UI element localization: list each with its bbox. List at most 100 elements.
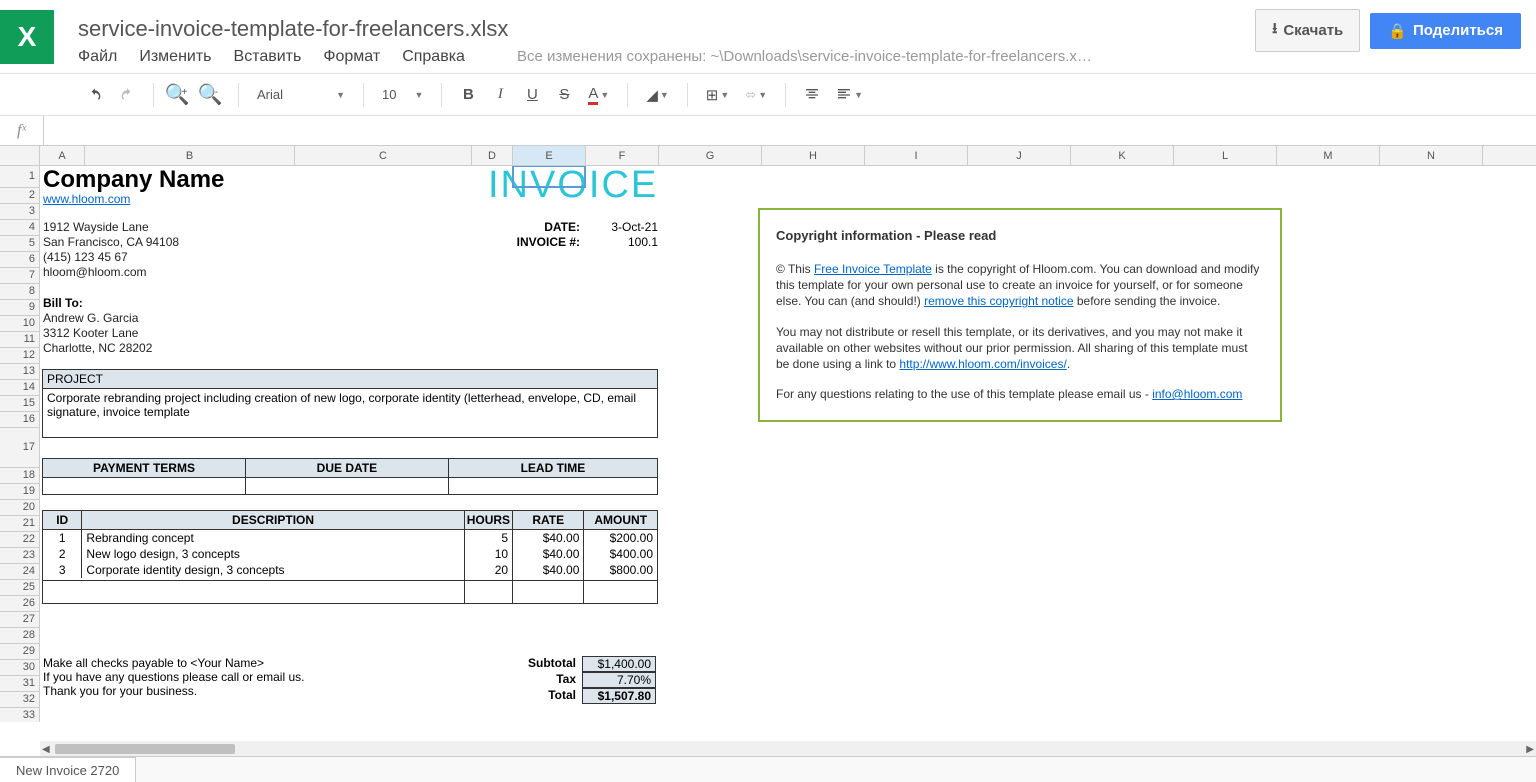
sheet-tab-active[interactable]: New Invoice 2720 [0, 757, 136, 782]
row-header-1[interactable]: 1 [0, 166, 39, 188]
items-table: ID DESCRIPTION HOURS RATE AMOUNT 1 Rebra… [42, 510, 658, 604]
row-header-2[interactable]: 2 [0, 188, 39, 204]
row-header-23[interactable]: 23 [0, 548, 39, 564]
row-header-30[interactable]: 30 [0, 660, 39, 676]
item-rate: $40.00 [513, 530, 584, 547]
menu-format[interactable]: Формат [323, 48, 380, 66]
row-header-22[interactable]: 22 [0, 532, 39, 548]
row-header-28[interactable]: 28 [0, 628, 39, 644]
menu-file[interactable]: Файл [78, 48, 117, 66]
col-header-A[interactable]: A [40, 146, 85, 165]
item-id: 3 [43, 562, 82, 578]
download-button[interactable]: ⭳ Скачать [1255, 9, 1360, 52]
scroll-right-icon[interactable]: ▶ [1526, 744, 1534, 755]
row-header-14[interactable]: 14 [0, 380, 39, 396]
col-header-D[interactable]: D [472, 146, 513, 165]
font-name-select[interactable]: Arial ▼ [251, 87, 351, 102]
cells-area[interactable]: Company Name www.hloom.com INVOICE 1912 … [40, 166, 1536, 722]
share-button[interactable]: 🔒 Поделиться [1370, 13, 1521, 49]
valign-button[interactable] [798, 81, 826, 109]
row-header-32[interactable]: 32 [0, 692, 39, 708]
underline-button[interactable]: U [518, 81, 546, 109]
footer-note-3: Thank you for your business. [43, 684, 304, 698]
copyright-p2: You may not distribute or resell this te… [776, 324, 1264, 373]
col-header-L[interactable]: L [1174, 146, 1277, 165]
row-header-20[interactable]: 20 [0, 500, 39, 516]
row-header-7[interactable]: 7 [0, 268, 39, 284]
row-header-10[interactable]: 10 [0, 316, 39, 332]
doc-title[interactable]: service-invoice-template-for-freelancers… [78, 16, 1255, 42]
col-header-B[interactable]: B [85, 146, 295, 165]
row-header-27[interactable]: 27 [0, 612, 39, 628]
row-header-4[interactable]: 4 [0, 220, 39, 236]
merge-button[interactable]: ⬄▼ [739, 87, 773, 103]
row-header-29[interactable]: 29 [0, 644, 39, 660]
copyright-link-remove[interactable]: remove this copyright notice [924, 294, 1073, 308]
scroll-left-icon[interactable]: ◀ [42, 744, 50, 755]
col-header-N[interactable]: N [1380, 146, 1483, 165]
row-header-18[interactable]: 18 [0, 468, 39, 484]
row-header-6[interactable]: 6 [0, 252, 39, 268]
font-size-value: 10 [382, 87, 396, 102]
row-header-25[interactable]: 25 [0, 580, 39, 596]
scroll-thumb[interactable] [55, 744, 235, 754]
row-header-5[interactable]: 5 [0, 236, 39, 252]
row-header-17[interactable]: 17 [0, 428, 39, 468]
col-header-G[interactable]: G [659, 146, 762, 165]
col-header-I[interactable]: I [865, 146, 968, 165]
fill-color-button[interactable]: ◢▼ [640, 86, 674, 104]
row-header-21[interactable]: 21 [0, 516, 39, 532]
formula-bar: fˣ [0, 116, 1536, 146]
font-size-select[interactable]: 10 ▼ [376, 87, 429, 102]
copyright-link-email[interactable]: info@hloom.com [1152, 387, 1242, 401]
select-all-corner[interactable] [0, 146, 40, 165]
row-header-31[interactable]: 31 [0, 676, 39, 692]
copyright-link-template[interactable]: Free Invoice Template [814, 262, 932, 276]
row-header-24[interactable]: 24 [0, 564, 39, 580]
col-header-J[interactable]: J [968, 146, 1071, 165]
menu-help[interactable]: Справка [402, 48, 465, 66]
item-rate: $40.00 [513, 546, 584, 562]
col-header-K[interactable]: K [1071, 146, 1174, 165]
redo-button[interactable] [113, 81, 141, 109]
menu-insert[interactable]: Вставить [234, 48, 302, 66]
addr-line-2: San Francisco, CA 94108 [43, 235, 179, 249]
row-header-13[interactable]: 13 [0, 364, 39, 380]
column-headers: ABCDEFGHIJKLMN [0, 146, 1536, 166]
horizontal-scrollbar[interactable]: ◀ ▶ [40, 741, 1536, 757]
zoom-out-button[interactable]: 🔍- [198, 81, 226, 109]
toolbar: 🔍+ 🔍- Arial ▼ 10 ▼ B I U S A▼ ◢▼ ⊞▼ ⬄▼ ▼ [0, 74, 1536, 116]
col-header-F[interactable]: F [586, 146, 659, 165]
row-header-16[interactable]: 16 [0, 412, 39, 428]
copyright-link-url[interactable]: http://www.hloom.com/invoices/ [899, 357, 1066, 371]
formula-input[interactable] [44, 116, 1536, 145]
row-header-12[interactable]: 12 [0, 348, 39, 364]
item-amount: $200.00 [584, 530, 658, 547]
col-header-C[interactable]: C [295, 146, 472, 165]
row-header-15[interactable]: 15 [0, 396, 39, 412]
zoom-in-button[interactable]: 🔍+ [166, 81, 194, 109]
billto-header: Bill To: [43, 296, 83, 310]
row-header-26[interactable]: 26 [0, 596, 39, 612]
col-header-M[interactable]: M [1277, 146, 1380, 165]
col-header-H[interactable]: H [762, 146, 865, 165]
row-header-9[interactable]: 9 [0, 300, 39, 316]
row-header-3[interactable]: 3 [0, 204, 39, 220]
undo-button[interactable] [81, 81, 109, 109]
company-link[interactable]: www.hloom.com [43, 192, 130, 206]
menu-edit[interactable]: Изменить [139, 48, 211, 66]
app-icon: X [0, 10, 54, 64]
borders-button[interactable]: ⊞▼ [700, 86, 736, 104]
text-color-button[interactable]: A▼ [582, 85, 615, 105]
grid-wrap: 1234567891011121314151617181920212223242… [0, 166, 1536, 722]
strike-button[interactable]: S [550, 81, 578, 109]
bold-button[interactable]: B [454, 81, 482, 109]
row-header-8[interactable]: 8 [0, 284, 39, 300]
col-header-E[interactable]: E [513, 146, 586, 165]
halign-button[interactable]: ▼ [830, 87, 869, 103]
row-header-33[interactable]: 33 [0, 708, 39, 722]
terms-table: PAYMENT TERMS DUE DATE LEAD TIME [42, 458, 658, 495]
italic-button[interactable]: I [486, 81, 514, 109]
row-header-19[interactable]: 19 [0, 484, 39, 500]
row-header-11[interactable]: 11 [0, 332, 39, 348]
